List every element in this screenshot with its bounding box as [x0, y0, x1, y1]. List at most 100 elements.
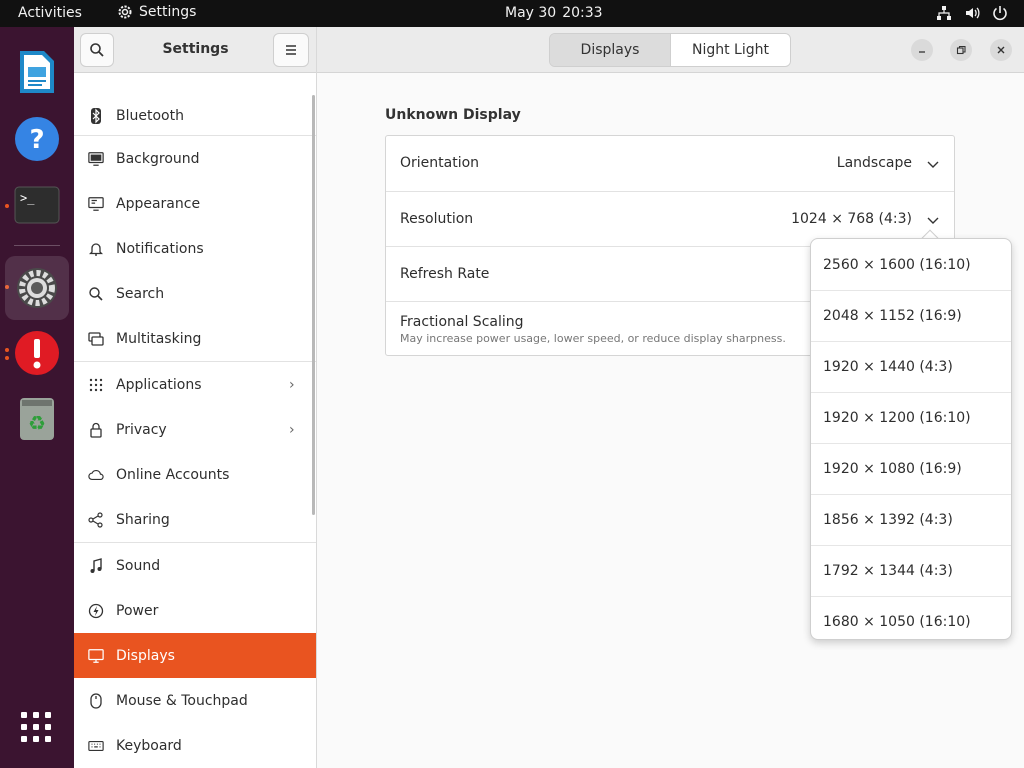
close-button[interactable]: [990, 39, 1012, 61]
chevron-right-icon: ›: [289, 421, 295, 438]
tab-displays[interactable]: Displays: [550, 34, 670, 66]
settings-icon[interactable]: [5, 256, 69, 320]
sidebar-item-appearance[interactable]: Appearance: [74, 181, 316, 226]
sidebar-item-keyboard[interactable]: Keyboard: [74, 723, 316, 768]
background-icon: [88, 151, 104, 167]
show-applications-icon[interactable]: [21, 712, 53, 744]
refresh-rate-label: Refresh Rate: [400, 266, 490, 282]
orientation-value: Landscape: [836, 155, 912, 171]
sidebar-item-mouse-touchpad[interactable]: Mouse & Touchpad: [74, 678, 316, 723]
activities-button[interactable]: Activities: [18, 5, 82, 21]
sidebar-item-bluetooth[interactable]: Bluetooth: [74, 93, 316, 138]
sidebar-item-power[interactable]: Power: [74, 588, 316, 633]
cloud-icon: [88, 467, 104, 483]
resolution-option[interactable]: 1792 × 1344 (4:3): [811, 545, 1011, 596]
sidebar-item-label: Notifications: [116, 240, 204, 257]
tab-night-light[interactable]: Night Light: [670, 34, 790, 66]
bell-icon: [88, 241, 104, 257]
music-note-icon: [88, 557, 104, 574]
sidebar-item-label: Applications: [116, 376, 202, 393]
running-indicator: [5, 348, 9, 352]
network-icon: [937, 6, 951, 20]
terminal-icon[interactable]: >_: [14, 182, 60, 228]
volume-icon: [966, 7, 980, 19]
sidebar-item-label: Search: [116, 285, 165, 302]
hamburger-icon: [286, 45, 296, 55]
maximize-button[interactable]: [950, 39, 972, 61]
sidebar-scrollbar[interactable]: [312, 95, 315, 515]
view-switcher: Displays Night Light: [549, 33, 791, 67]
sidebar-item-notifications[interactable]: Notifications: [74, 226, 316, 271]
sidebar-item-online-accounts[interactable]: Online Accounts: [74, 452, 316, 497]
resolution-option[interactable]: 2560 × 1600 (16:10): [811, 239, 1011, 290]
sidebar-item-multitasking[interactable]: Multitasking: [74, 316, 316, 361]
search-icon: [88, 286, 104, 302]
display-name-heading: Unknown Display: [385, 107, 521, 123]
resolution-option[interactable]: 1680 × 1050 (16:10): [811, 596, 1011, 639]
orientation-row[interactable]: Orientation Landscape: [386, 136, 954, 191]
dock-separator: [14, 245, 60, 246]
resolution-option[interactable]: 2048 × 1152 (16:9): [811, 290, 1011, 341]
chevron-down-icon: [927, 217, 939, 224]
settings-gear-icon: [118, 5, 132, 19]
sidebar-item-label: Keyboard: [116, 737, 182, 754]
svg-text:>_: >_: [20, 191, 35, 205]
sidebar-item-displays[interactable]: Displays: [74, 633, 316, 678]
resolution-option[interactable]: 1856 × 1392 (4:3): [811, 494, 1011, 545]
help-icon[interactable]: ?: [14, 116, 60, 162]
sidebar-item-applications[interactable]: Applications ›: [74, 362, 316, 407]
lock-icon: [88, 422, 104, 438]
multitasking-icon: [88, 331, 104, 347]
close-icon: [997, 46, 1005, 54]
resolution-option[interactable]: 1920 × 1440 (4:3): [811, 341, 1011, 392]
main-header: Displays Night Light: [317, 27, 1024, 73]
power-icon: [88, 603, 104, 619]
clock[interactable]: May 30 20:33: [505, 5, 603, 21]
libreoffice-writer-icon[interactable]: [14, 49, 60, 95]
clock-date: May 30: [505, 5, 557, 21]
sidebar-item-privacy[interactable]: Privacy ›: [74, 407, 316, 452]
sidebar-item-label: Multitasking: [116, 330, 202, 347]
fractional-scaling-description: May increase power usage, lower speed, o…: [400, 332, 786, 345]
trash-icon[interactable]: ♻: [14, 396, 60, 442]
app-name: Settings: [139, 4, 197, 20]
sidebar-item-label: Sharing: [116, 511, 170, 528]
app-menu[interactable]: Settings: [117, 4, 196, 20]
running-indicator: [5, 356, 9, 360]
sidebar-item-sound[interactable]: Sound: [74, 543, 316, 588]
sidebar-item-sharing[interactable]: Sharing: [74, 497, 316, 542]
system-status-area[interactable]: [936, 5, 1008, 21]
running-indicator: [5, 204, 9, 208]
power-icon: [993, 6, 1007, 21]
sidebar-item-label: Background: [116, 150, 200, 167]
appearance-icon: [88, 196, 104, 212]
resolution-popover: 2560 × 1600 (16:10) 2048 × 1152 (16:9) 1…: [810, 238, 1012, 640]
settings-window: Settings Bluetooth Background Appearance…: [74, 27, 1024, 768]
bluetooth-icon: [88, 107, 104, 124]
sidebar-item-search[interactable]: Search: [74, 271, 316, 316]
sidebar-item-label: Power: [116, 602, 159, 619]
chevron-down-icon: [927, 161, 939, 168]
sidebar-item-background[interactable]: Background: [74, 136, 316, 181]
resolution-option[interactable]: 1920 × 1080 (16:9): [811, 443, 1011, 494]
sidebar-item-label: Bluetooth: [116, 107, 184, 124]
resolution-value: 1024 × 768 (4:3): [791, 211, 912, 227]
minimize-button[interactable]: [911, 39, 933, 61]
main-menu-button[interactable]: [273, 33, 309, 67]
display-icon: [88, 648, 104, 664]
sidebar-item-label: Privacy: [116, 421, 167, 438]
software-updater-icon[interactable]: [14, 330, 60, 376]
minimize-icon: [919, 51, 925, 53]
sidebar-item-label: Sound: [116, 557, 161, 574]
sidebar-item-label: Online Accounts: [116, 466, 230, 483]
svg-text:?: ?: [29, 125, 44, 155]
dock: ? >_ ♻: [0, 27, 74, 768]
clock-time: 20:33: [562, 5, 603, 21]
resolution-option[interactable]: 1920 × 1200 (16:10): [811, 392, 1011, 443]
mouse-icon: [88, 692, 104, 709]
sidebar-header: Settings: [74, 27, 316, 73]
chevron-right-icon: ›: [289, 376, 295, 393]
share-icon: [88, 511, 104, 528]
apps-icon: [88, 377, 104, 393]
restore-icon: [956, 45, 966, 55]
